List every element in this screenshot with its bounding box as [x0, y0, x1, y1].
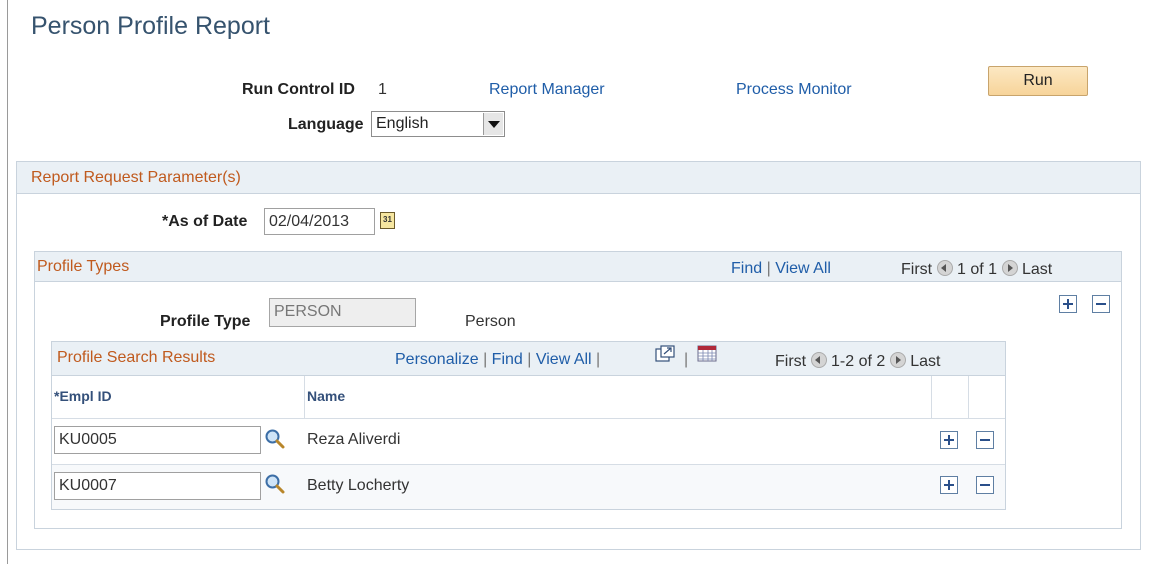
column-header-row: [52, 376, 1005, 418]
personalize-link[interactable]: Personalize: [395, 351, 479, 368]
magnifier-icon[interactable]: [264, 473, 286, 495]
profile-type-field: PERSON: [269, 298, 416, 327]
language-label: Language: [288, 116, 364, 133]
last-label: Last: [1021, 261, 1053, 278]
name-cell: Reza Aliverdi: [307, 431, 401, 448]
separator: |: [596, 351, 601, 368]
as-of-date-input[interactable]: 02/04/2013: [264, 208, 375, 235]
delete-row-button[interactable]: [976, 476, 994, 494]
search-results-find-link[interactable]: Find: [492, 351, 523, 368]
previous-icon[interactable]: [810, 352, 827, 368]
search-results-pager: First 1-2 of 2 Last: [775, 352, 940, 371]
last-label: Last: [910, 353, 941, 370]
separator: |: [527, 351, 532, 368]
first-label: First: [901, 261, 933, 278]
dropdown-arrow-icon[interactable]: [483, 113, 503, 135]
add-profile-type-button[interactable]: [1059, 295, 1077, 313]
profile-type-label: Profile Type: [160, 313, 251, 330]
report-parameters-title: Report Request Parameter(s): [31, 169, 241, 186]
previous-icon[interactable]: [936, 260, 953, 276]
profile-type-description: Person: [465, 313, 516, 330]
run-control-id-label: Run Control ID: [242, 81, 355, 98]
empl-id-input[interactable]: KU0007: [54, 472, 261, 500]
row-count: 1 of 1: [957, 261, 998, 278]
magnifier-icon[interactable]: [264, 428, 286, 450]
row-count: 1-2 of 2: [831, 353, 886, 370]
name-cell: Betty Locherty: [307, 477, 410, 494]
spreadsheet-icon[interactable]: [697, 345, 717, 363]
profile-types-pager: First 1 of 1 Last: [901, 260, 1052, 279]
profile-types-view-all-link[interactable]: View All: [775, 260, 831, 277]
language-selected-value: English: [376, 115, 429, 132]
add-row-button[interactable]: [940, 476, 958, 494]
profile-types-title: Profile Types: [37, 258, 130, 275]
separator: |: [766, 260, 771, 277]
language-select[interactable]: English: [371, 111, 505, 137]
first-label: First: [775, 353, 807, 370]
zoom-icon[interactable]: [655, 345, 675, 363]
profile-types-find-link[interactable]: Find: [731, 260, 762, 277]
name-column-header[interactable]: Name: [307, 388, 345, 404]
separator: |: [684, 351, 689, 368]
report-parameters-header: Report Request Parameter(s): [17, 162, 1140, 194]
search-results-title: Profile Search Results: [57, 349, 216, 366]
profile-types-nav: Find | View All: [731, 260, 831, 278]
search-results-toolbar: Personalize | Find | View All |: [395, 351, 600, 369]
empl-id-column-header[interactable]: *Empl ID: [54, 388, 112, 404]
as-of-date-label: *As of Date: [162, 213, 248, 230]
page-left-border: [7, 0, 8, 564]
calendar-icon[interactable]: 31: [380, 212, 395, 229]
next-icon[interactable]: [1001, 260, 1018, 276]
delete-row-button[interactable]: [976, 431, 994, 449]
empl-id-input[interactable]: KU0005: [54, 426, 261, 454]
process-monitor-link[interactable]: Process Monitor: [736, 81, 852, 99]
add-row-button[interactable]: [940, 431, 958, 449]
next-icon[interactable]: [889, 352, 906, 368]
run-button[interactable]: Run: [988, 66, 1088, 96]
separator: |: [483, 351, 488, 368]
search-results-view-all-link[interactable]: View All: [536, 351, 592, 368]
report-manager-link[interactable]: Report Manager: [489, 81, 605, 99]
delete-profile-type-button[interactable]: [1092, 295, 1110, 313]
page-title: Person Profile Report: [31, 12, 271, 40]
run-control-id-value: 1: [378, 81, 387, 98]
